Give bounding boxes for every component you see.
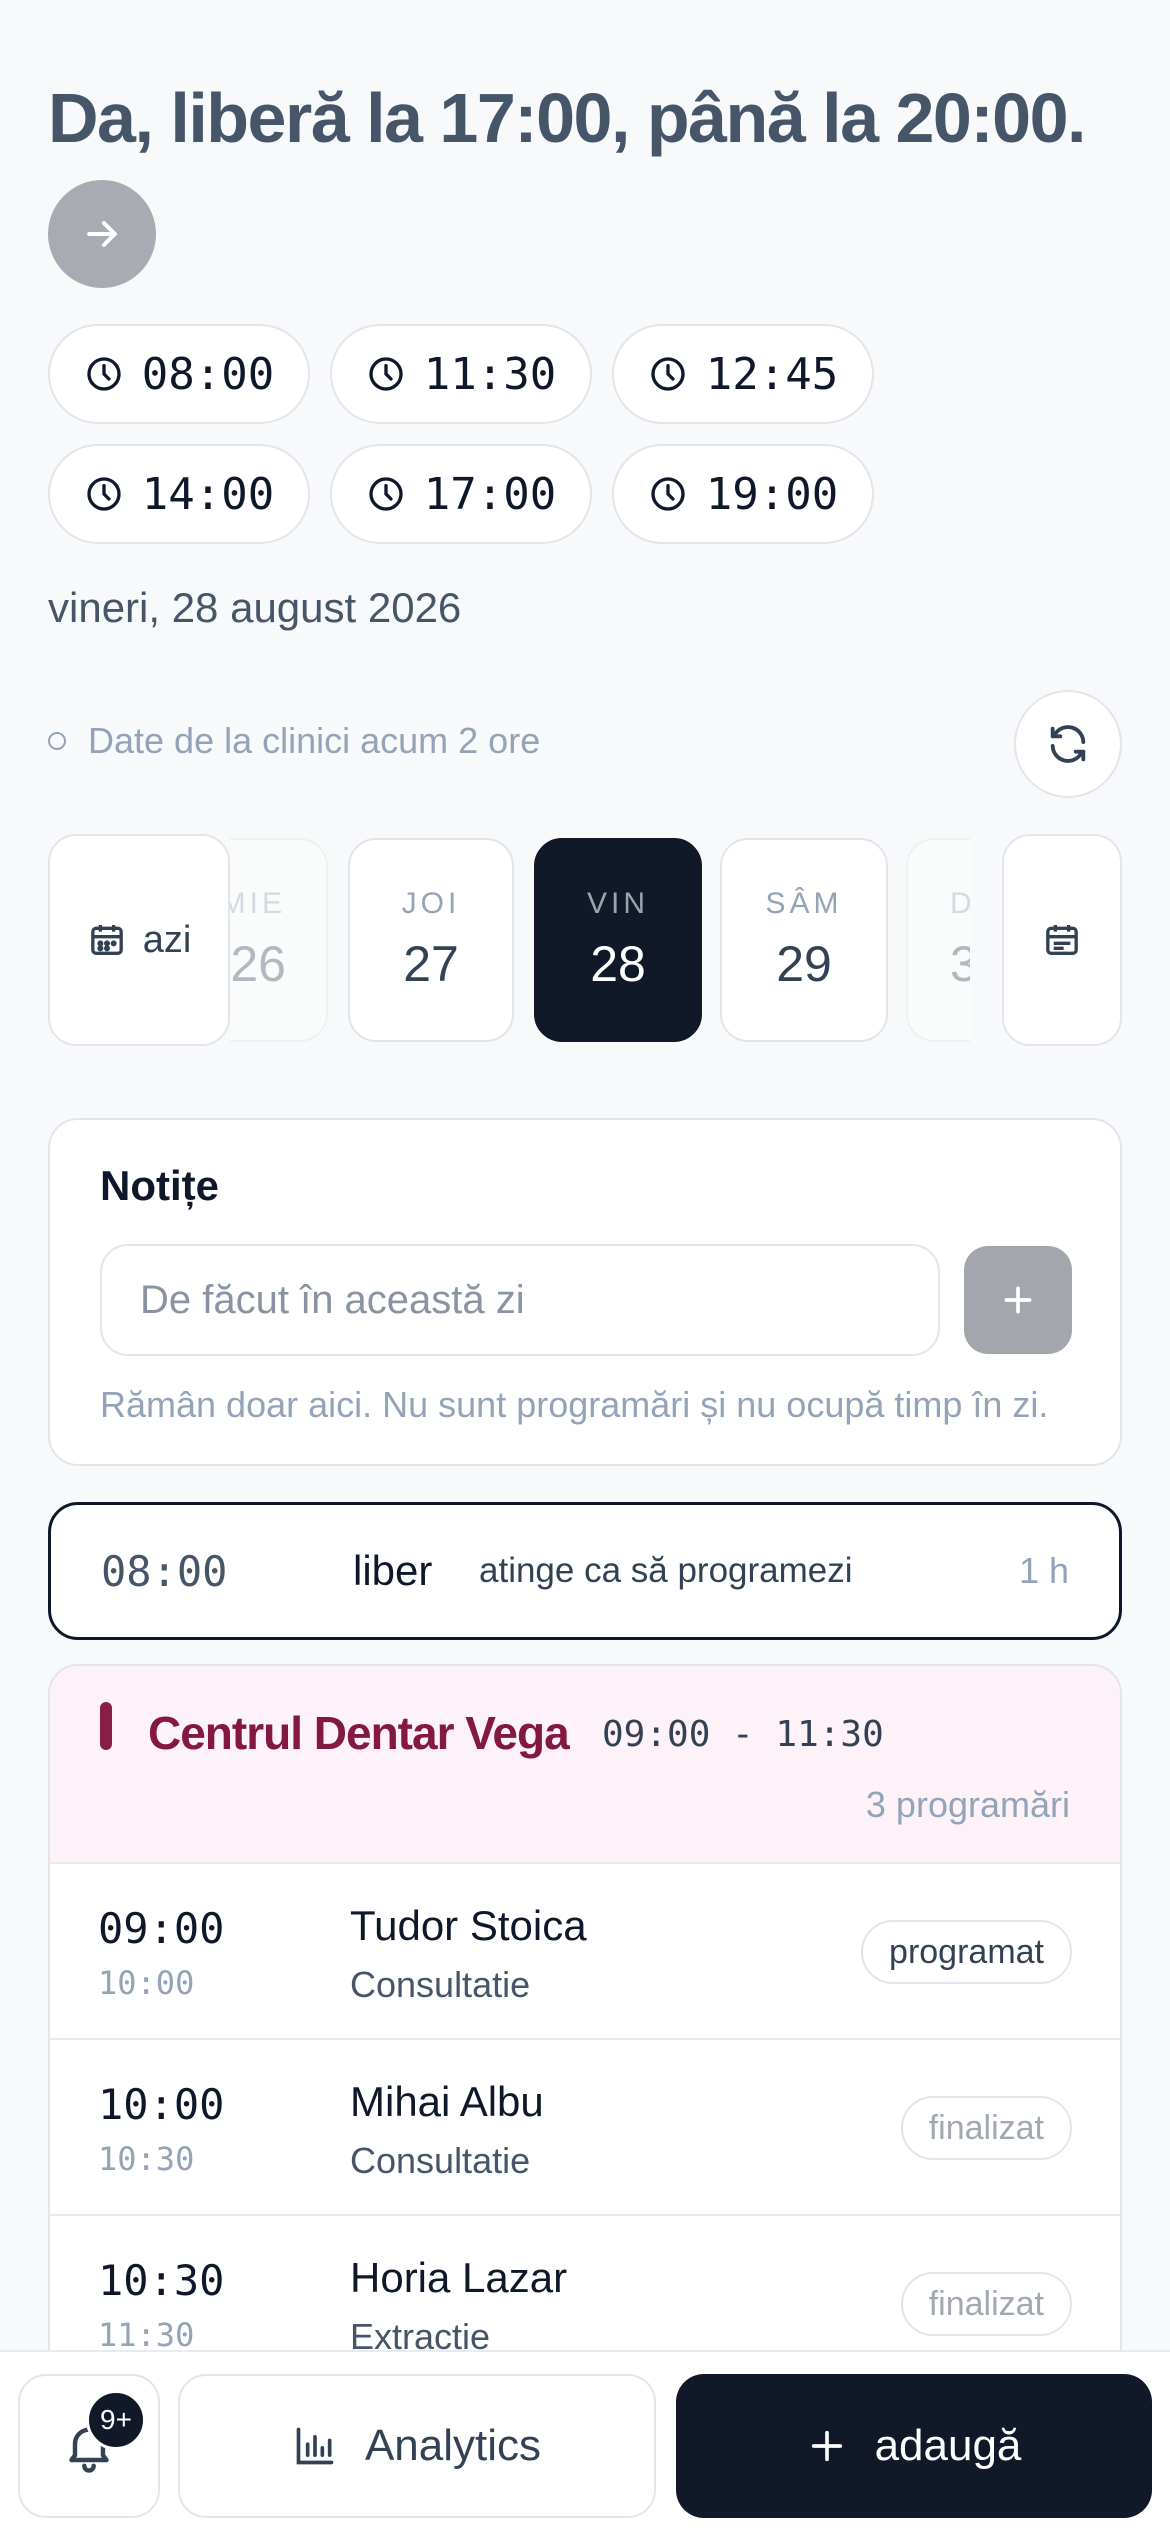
add-label: adaugă xyxy=(874,2421,1022,2470)
day-number: 30 xyxy=(950,935,970,993)
service-name: Consultatie xyxy=(350,1964,531,2005)
day-number: 27 xyxy=(403,936,459,992)
clock-icon xyxy=(369,477,403,511)
analytics-button[interactable]: Analytics xyxy=(178,2374,656,2518)
free-slot-duration: 1 h xyxy=(1018,1550,1069,1591)
appointment-start: 09:00 xyxy=(98,1904,225,1953)
time-slot-label: 08:00 xyxy=(141,348,275,400)
time-slot-chip[interactable]: 12:45 xyxy=(612,324,874,424)
arrow-right-icon xyxy=(87,220,117,248)
time-slot-chip[interactable]: 11:30 xyxy=(330,324,592,424)
patient-name: Mihai Albu xyxy=(350,2078,544,2125)
day-of-week: DUM xyxy=(950,887,970,921)
free-slot-time: 08:00 xyxy=(101,1546,228,1596)
notes-title: Notițe xyxy=(100,1162,219,1209)
add-note-button[interactable] xyxy=(964,1246,1072,1354)
day-card-fri[interactable]: VIN 28 xyxy=(534,838,702,1042)
appointment-end: 11:30 xyxy=(98,2316,195,2354)
time-slot-chip[interactable]: 14:00 xyxy=(48,444,310,544)
note-input[interactable] xyxy=(100,1244,940,1356)
patient-name: Horia Lazar xyxy=(350,2254,568,2301)
add-appointment-button[interactable]: adaugă xyxy=(676,2374,1152,2518)
day-of-week: JOI xyxy=(401,887,461,920)
notification-badge: 9+ xyxy=(86,2390,146,2450)
clinic-color-bar xyxy=(100,1702,112,1750)
day-card-sat[interactable]: SÂM 29 xyxy=(720,838,888,1042)
day-card-sun[interactable]: DUM 30 xyxy=(906,838,970,1042)
appointment-end: 10:30 xyxy=(98,2140,195,2178)
plus-icon xyxy=(811,2430,842,2462)
day-of-week: VIN xyxy=(586,887,649,920)
appointment-count: 3 programări xyxy=(865,1784,1070,1825)
appointment-row[interactable]: 10:00 10:30 Mihai Albu Consultatie final… xyxy=(50,2040,1120,2216)
refresh-button[interactable] xyxy=(1014,690,1122,798)
sync-status-text: Date de la clinici acum 2 ore xyxy=(88,720,541,761)
time-slot-label: 14:00 xyxy=(141,468,275,520)
notes-hint: Rămân doar aici. Nu sunt programări și n… xyxy=(100,1384,1049,1425)
clinic-hours: 09:00 - 11:30 xyxy=(602,1714,884,1755)
bar-chart-icon xyxy=(296,2427,334,2465)
plus-icon xyxy=(1004,1286,1032,1314)
free-slot-label: liber xyxy=(353,1547,433,1594)
time-slot-chip[interactable]: 17:00 xyxy=(330,444,592,544)
appointment-start: 10:00 xyxy=(98,2080,225,2129)
clock-icon xyxy=(651,477,685,511)
today-label: azi xyxy=(142,918,192,961)
status-badge: finalizat xyxy=(900,2096,1072,2160)
patient-name: Tudor Stoica xyxy=(350,1902,587,1949)
clock-icon xyxy=(369,357,403,391)
notifications-button[interactable]: 9+ xyxy=(18,2374,160,2518)
clock-icon xyxy=(651,357,685,391)
appointment-start: 10:30 xyxy=(98,2256,225,2305)
clock-icon xyxy=(87,477,121,511)
clock-icon xyxy=(87,357,121,391)
day-number: 26 xyxy=(230,936,286,992)
sync-status: Date de la clinici acum 2 ore xyxy=(48,720,540,762)
calendar-icon xyxy=(1046,925,1078,955)
today-button[interactable]: azi xyxy=(48,834,230,1046)
clinic-name: Centrul Dentar Vega xyxy=(148,1707,570,1759)
notes-card: Notițe Rămân doar aici. Nu sunt programă… xyxy=(48,1118,1122,1466)
time-slot-chip[interactable]: 19:00 xyxy=(612,444,874,544)
time-slot-chip[interactable]: 08:00 xyxy=(48,324,310,424)
time-slot-label: 11:30 xyxy=(423,348,557,400)
day-card-thu[interactable]: JOI 27 xyxy=(348,838,514,1042)
time-slot-list: 08:00 11:30 12:45 14:00 17:00 19:00 xyxy=(48,324,888,544)
go-button[interactable] xyxy=(48,180,156,288)
status-badge: finalizat xyxy=(900,2272,1072,2336)
free-slot-row[interactable]: 08:00 liber atinge ca să programezi 1 h xyxy=(48,1502,1122,1640)
status-dot-icon xyxy=(48,732,66,750)
clinic-header[interactable]: Centrul Dentar Vega 09:00 - 11:30 3 prog… xyxy=(50,1666,1120,1864)
day-number: 29 xyxy=(776,936,832,992)
appointment-end: 10:00 xyxy=(98,1964,195,2002)
day-of-week: SÂM xyxy=(765,887,843,920)
analytics-label: Analytics xyxy=(364,2421,542,2470)
open-calendar-button[interactable] xyxy=(1002,834,1122,1046)
day-of-week: MIE xyxy=(230,887,286,920)
day-card-wed[interactable]: MIE 26 xyxy=(230,838,328,1042)
appointment-row[interactable]: 09:00 10:00 Tudor Stoica Consultatie pro… xyxy=(50,1864,1120,2040)
status-badge: programat xyxy=(861,1920,1072,1984)
calendar-icon xyxy=(90,925,123,955)
free-slot-hint: atinge ca să programezi xyxy=(479,1551,853,1590)
page-title: Da, liberă la 17:00, până la 20:00. xyxy=(48,79,1086,157)
time-slot-label: 17:00 xyxy=(423,468,557,520)
service-name: Consultatie xyxy=(350,2140,531,2181)
time-slot-label: 19:00 xyxy=(705,468,839,520)
refresh-icon xyxy=(1050,725,1086,763)
selected-date: vineri, 28 august 2026 xyxy=(48,584,462,631)
day-number: 28 xyxy=(590,936,646,992)
time-slot-label: 12:45 xyxy=(705,348,839,400)
bottom-bar: 9+ Analytics adaugă xyxy=(0,2350,1170,2532)
